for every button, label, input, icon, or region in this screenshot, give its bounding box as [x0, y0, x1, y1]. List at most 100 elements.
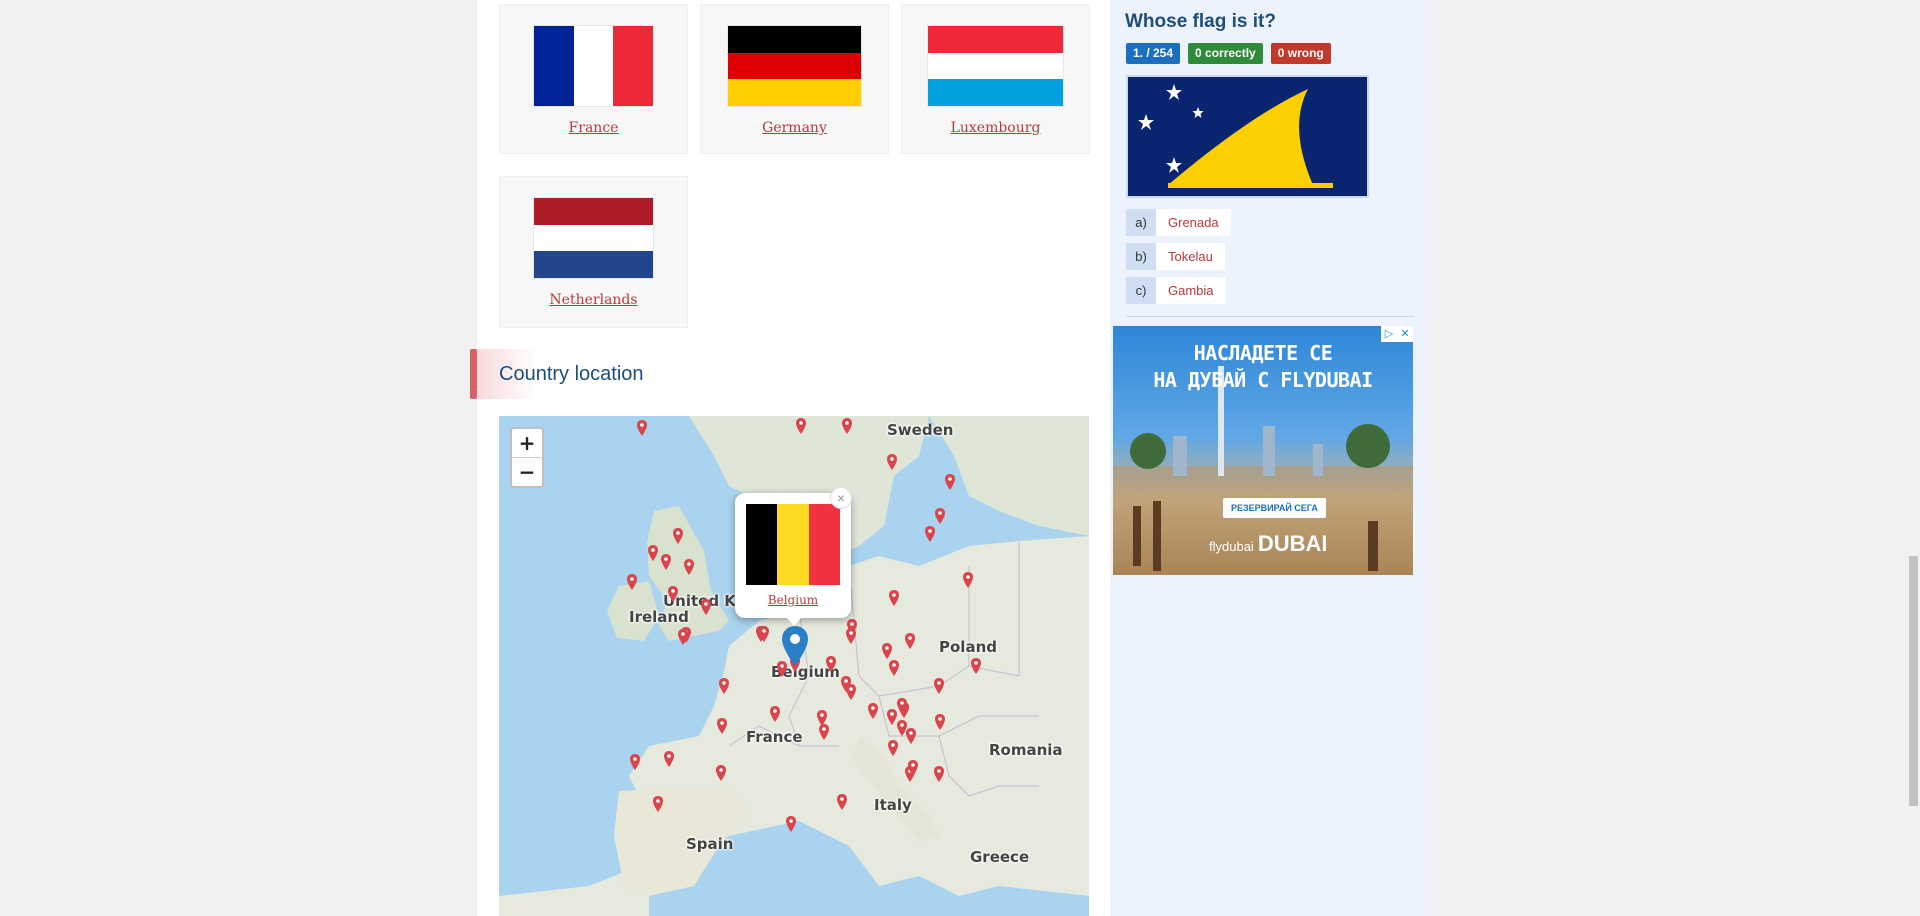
answer-letter: b)	[1126, 243, 1156, 270]
location-pin-icon[interactable]	[906, 728, 916, 744]
netherlands-flag[interactable]	[533, 197, 654, 279]
answer-text[interactable]: Tokelau	[1156, 243, 1225, 270]
ad-headline-line: НАСЛАДЕТЕ СЕ	[1193, 341, 1333, 365]
divider	[1126, 316, 1414, 317]
location-pin-icon[interactable]	[934, 766, 944, 782]
location-pin-icon[interactable]	[882, 643, 892, 659]
map-label-poland: Poland	[939, 638, 997, 656]
answer-option-c[interactable]: c) Gambia	[1126, 277, 1231, 304]
popup-country-link[interactable]: Belgium	[735, 593, 851, 607]
country-link[interactable]: France	[500, 120, 687, 136]
location-pin-icon[interactable]	[945, 474, 955, 490]
map-popup: Belgium ×	[735, 487, 852, 618]
advertisement-banner[interactable]: НАСЛАДЕТЕ СЕ НА ДУБАЙ С FLYDUBAI РЕЗЕРВИ…	[1113, 326, 1413, 575]
location-pin-icon[interactable]	[897, 698, 907, 714]
close-icon[interactable]: ✕	[1397, 326, 1413, 342]
germany-flag[interactable]	[727, 25, 862, 107]
answer-list: a) Grenada b) Tokelau c) Gambia	[1126, 209, 1231, 311]
location-pin-icon[interactable]	[934, 678, 944, 694]
ad-brand: flydubai DUBAI	[1209, 531, 1327, 557]
location-pin-icon[interactable]	[819, 724, 829, 740]
section-accent	[470, 349, 477, 399]
answer-option-b[interactable]: b) Tokelau	[1126, 243, 1231, 270]
wrong-badge: 0 wrong	[1270, 43, 1331, 64]
answer-option-a[interactable]: a) Grenada	[1126, 209, 1231, 236]
flag-card-luxembourg[interactable]: Luxembourg	[901, 4, 1090, 154]
map-zoom-control: + −	[510, 427, 544, 488]
ad-cta-button[interactable]: РЕЗЕРВИРАЙ СЕГА	[1223, 498, 1326, 518]
ad-brand-big: DUBAI	[1257, 531, 1328, 556]
location-pin-icon[interactable]	[678, 629, 688, 645]
location-pin-icon[interactable]	[684, 559, 694, 575]
belgium-flag	[746, 504, 840, 585]
country-location-map[interactable]: + − Sweden United Ki Ireland Poland Belg…	[499, 416, 1089, 916]
location-pin-icon[interactable]	[842, 418, 852, 434]
location-pin-icon[interactable]	[770, 706, 780, 722]
flag-card-netherlands[interactable]: Netherlands	[499, 176, 688, 328]
location-pin-icon[interactable]	[796, 418, 806, 434]
location-pin-icon[interactable]	[889, 660, 899, 676]
location-pin-icon[interactable]	[837, 794, 847, 810]
location-pin-icon[interactable]	[637, 420, 647, 436]
location-pin-icon[interactable]	[664, 751, 674, 767]
luxembourg-flag[interactable]	[927, 25, 1064, 107]
answer-text[interactable]: Gambia	[1156, 277, 1226, 304]
location-pin-icon[interactable]	[889, 590, 899, 606]
location-pin-icon[interactable]	[648, 545, 658, 561]
location-pin-icon[interactable]	[759, 626, 769, 642]
location-pin-icon[interactable]	[887, 454, 897, 470]
location-pin-icon[interactable]	[716, 765, 726, 781]
location-pin-icon[interactable]	[908, 760, 918, 776]
zoom-out-button[interactable]: −	[512, 457, 542, 486]
location-pin-icon[interactable]	[826, 656, 836, 672]
location-pin-icon[interactable]	[701, 599, 711, 615]
location-pin-icon[interactable]	[887, 709, 897, 725]
country-link[interactable]: Germany	[701, 120, 888, 136]
map-label-spain: Spain	[686, 835, 734, 853]
location-pin-icon[interactable]	[653, 796, 663, 812]
location-pin-icon[interactable]	[627, 574, 637, 590]
quiz-badges: 1. / 254 0 correctly 0 wrong	[1126, 43, 1331, 64]
location-pin-icon[interactable]	[786, 816, 796, 832]
map-label-france: France	[746, 728, 803, 746]
ad-choices-icon[interactable]: ▷	[1381, 326, 1397, 342]
france-flag[interactable]	[533, 25, 654, 107]
country-link[interactable]: Netherlands	[500, 292, 687, 308]
answer-text[interactable]: Grenada	[1156, 209, 1231, 236]
location-pin-icon[interactable]	[846, 628, 856, 644]
map-label-greece: Greece	[970, 848, 1030, 866]
location-pin-icon[interactable]	[846, 684, 856, 700]
answer-letter: a)	[1126, 209, 1156, 236]
flag-card-germany[interactable]: Germany	[700, 4, 889, 154]
selected-location-marker[interactable]	[782, 626, 808, 666]
location-pin-icon[interactable]	[630, 754, 640, 770]
location-pin-icon[interactable]	[661, 554, 671, 570]
ad-brand-small: flydubai	[1209, 539, 1254, 554]
location-pin-icon[interactable]	[668, 586, 678, 602]
location-pin-icon[interactable]	[935, 508, 945, 524]
map-label-italy: Italy	[874, 796, 912, 814]
location-pin-icon[interactable]	[971, 658, 981, 674]
section-title: Country location	[499, 363, 644, 385]
location-pin-icon[interactable]	[925, 526, 935, 542]
quiz-flag-image	[1126, 75, 1369, 198]
location-pin-icon[interactable]	[719, 678, 729, 694]
page-scrollbar[interactable]	[1907, 0, 1920, 916]
scrollbar-thumb[interactable]	[1909, 556, 1918, 806]
ad-headline-line: НА ДУБАЙ С FLYDUBAI	[1153, 368, 1373, 392]
country-link[interactable]: Luxembourg	[902, 120, 1089, 136]
location-pin-icon[interactable]	[868, 703, 878, 719]
popup-close-icon[interactable]: ×	[830, 487, 852, 509]
location-pin-icon[interactable]	[717, 718, 727, 734]
location-pin-icon[interactable]	[673, 528, 683, 544]
zoom-in-button[interactable]: +	[512, 429, 542, 457]
location-pin-icon[interactable]	[888, 740, 898, 756]
location-pin-icon[interactable]	[963, 572, 973, 588]
map-label-romania: Romania	[989, 741, 1063, 759]
location-pin-icon[interactable]	[905, 633, 915, 649]
location-pin-icon[interactable]	[935, 714, 945, 730]
answer-letter: c)	[1126, 277, 1156, 304]
map-label-sweden: Sweden	[887, 421, 954, 439]
flag-card-france[interactable]: France	[499, 4, 688, 154]
progress-badge: 1. / 254	[1126, 43, 1181, 64]
